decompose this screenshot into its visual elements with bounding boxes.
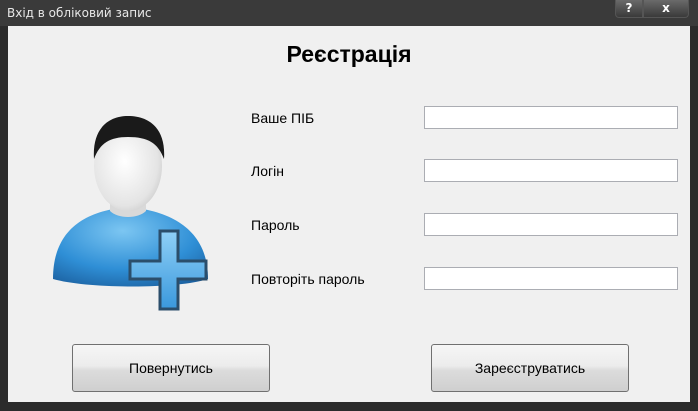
window-title: Вхід в обліковий запис xyxy=(7,6,152,20)
password-field[interactable] xyxy=(424,213,678,236)
login-label: Логін xyxy=(251,163,284,179)
page-title: Реєстрація xyxy=(286,41,412,67)
close-button[interactable]: x xyxy=(643,0,689,18)
login-field[interactable] xyxy=(424,159,678,182)
register-button[interactable]: Зареєструватись xyxy=(431,344,629,392)
repeat-password-label: Повторіть пароль xyxy=(251,271,365,287)
user-add-icon xyxy=(48,111,238,311)
help-icon: ? xyxy=(625,1,633,15)
full-name-field[interactable] xyxy=(424,106,678,129)
close-icon: x xyxy=(662,1,670,15)
registration-window: Вхід в обліковий запис ? x Реєстрація Ва… xyxy=(0,0,698,411)
password-label: Пароль xyxy=(251,217,300,233)
form-client-area: Реєстрація Ваше ПІБ Логін Пароль Повторі… xyxy=(8,26,690,402)
full-name-label: Ваше ПІБ xyxy=(251,110,315,126)
repeat-password-field[interactable] xyxy=(424,267,678,290)
title-bar[interactable]: Вхід в обліковий запис ? x xyxy=(0,0,698,26)
window-frame-bottom xyxy=(0,402,698,411)
back-button[interactable]: Повернутись xyxy=(72,344,270,392)
help-button[interactable]: ? xyxy=(615,0,643,18)
